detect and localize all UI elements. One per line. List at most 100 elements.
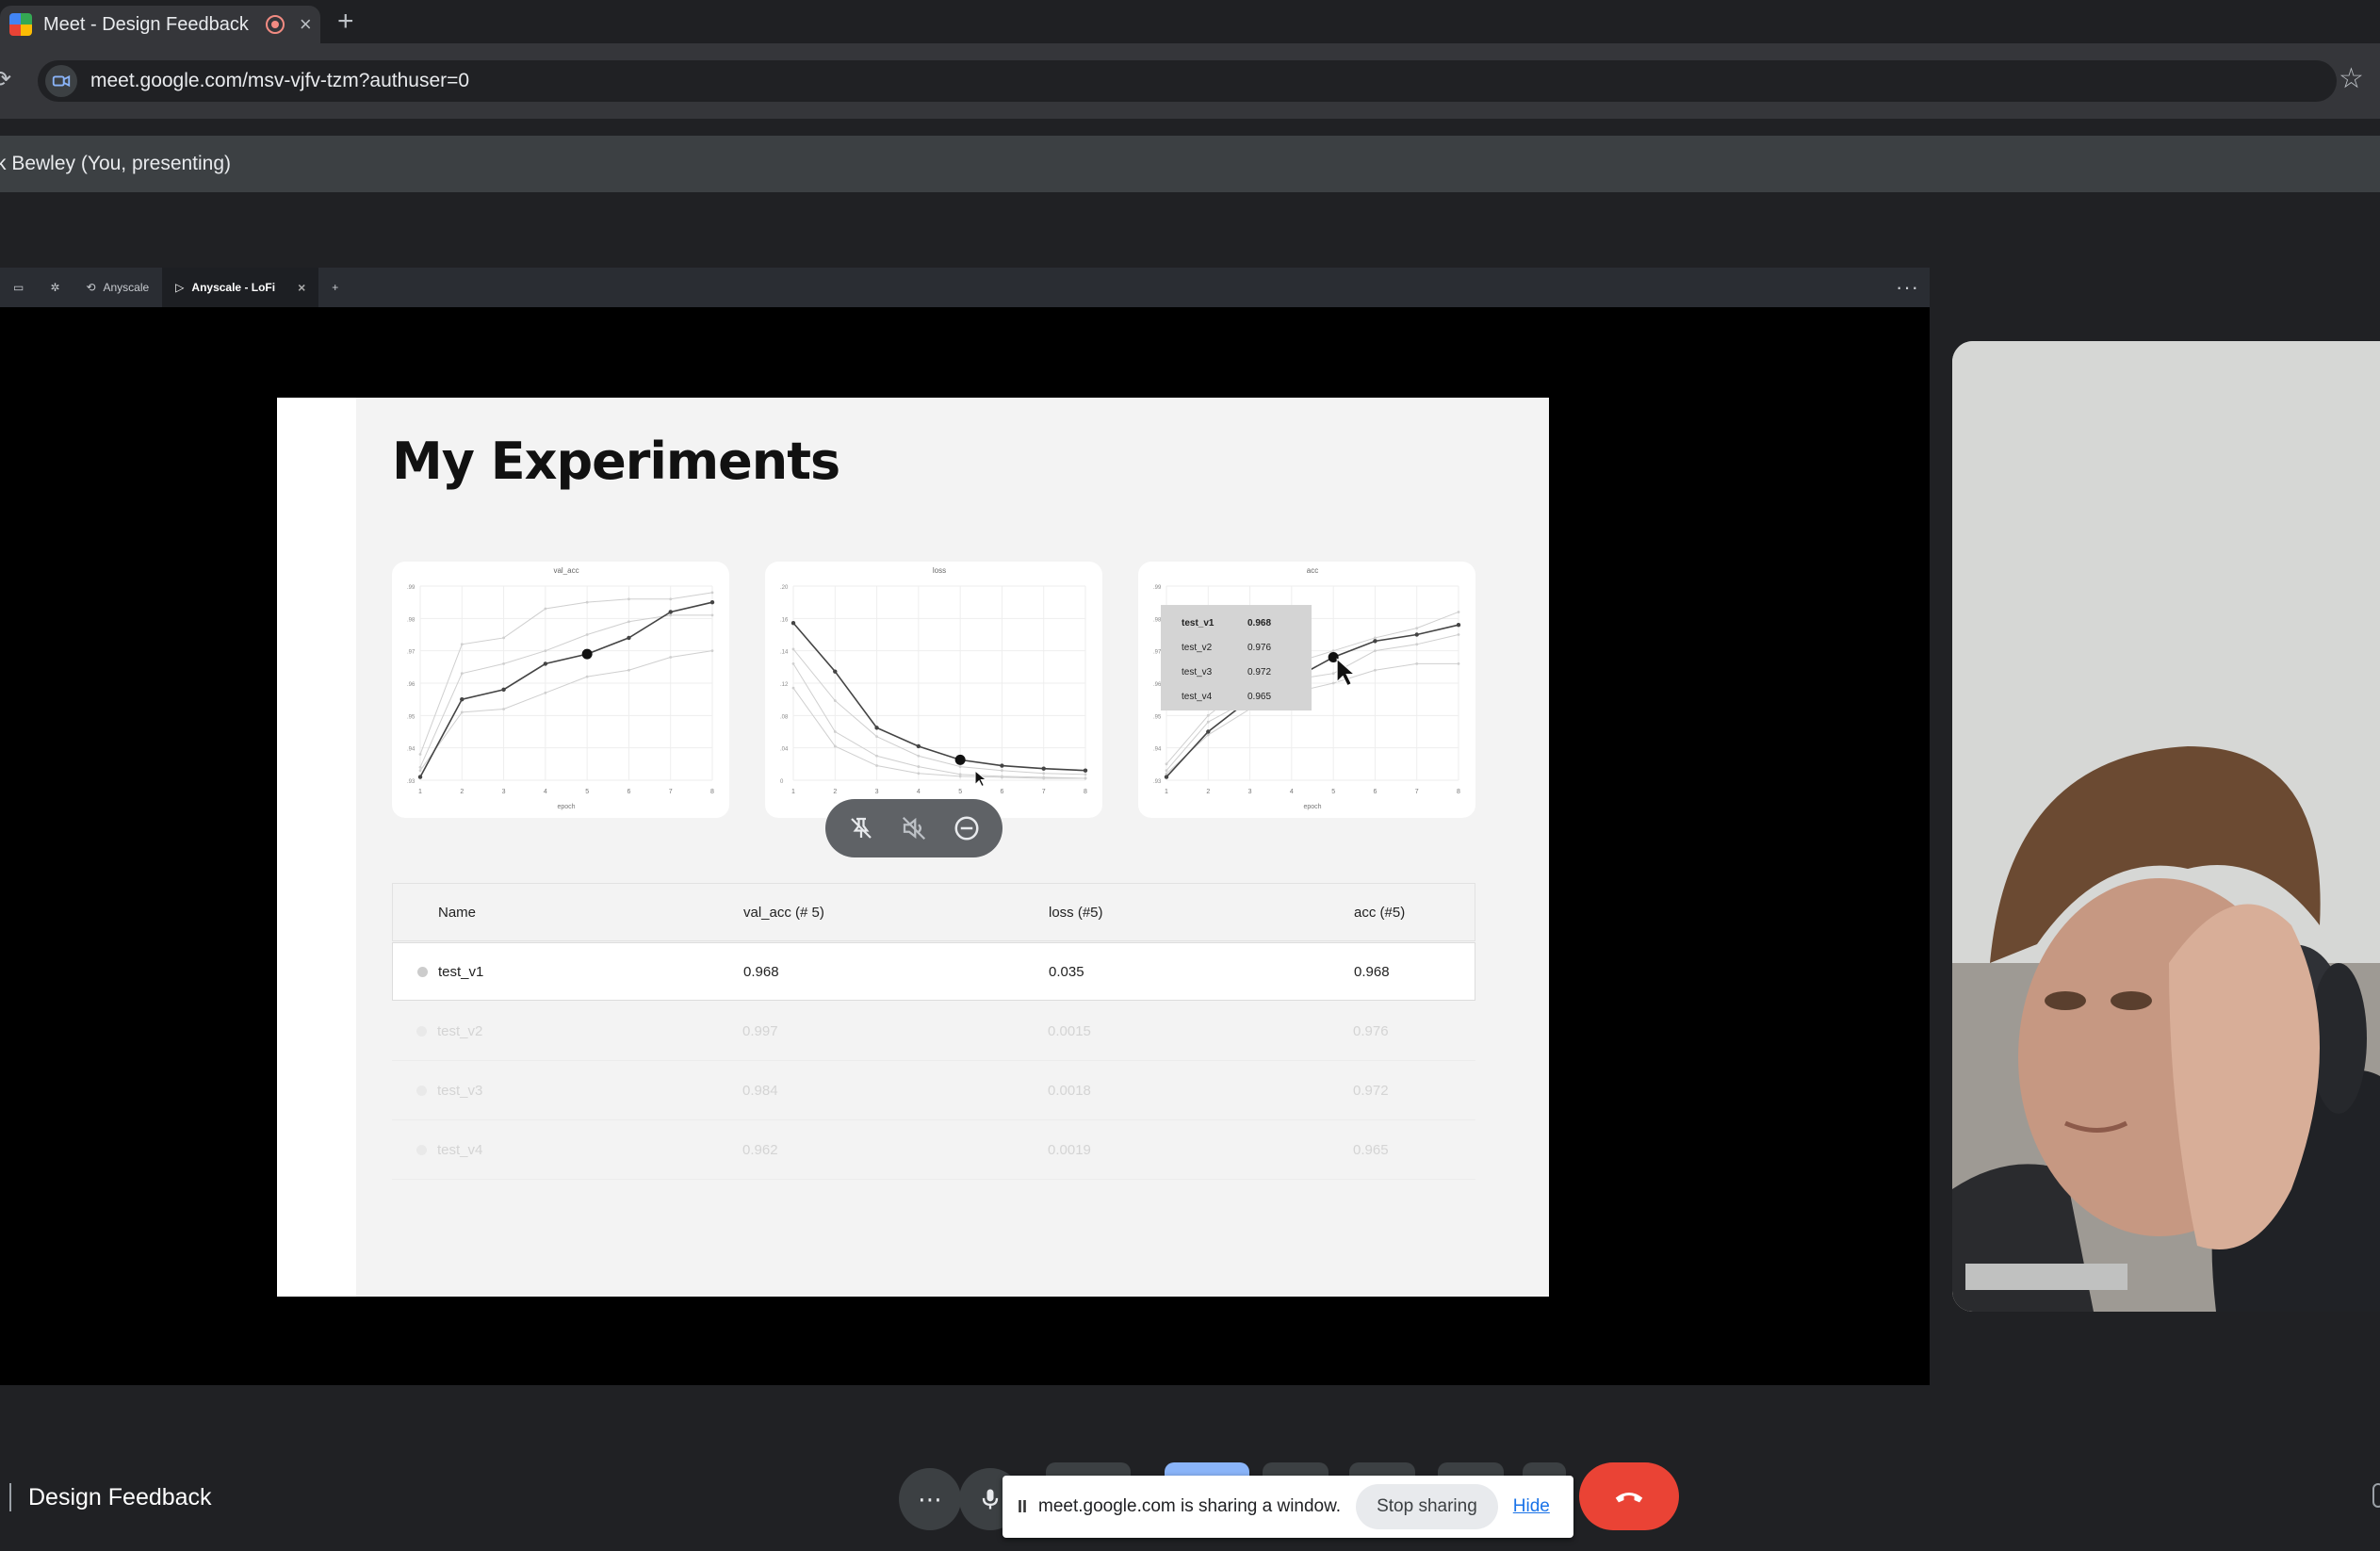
cell-val-acc: 0.997 xyxy=(742,1023,778,1039)
shared-more-icon[interactable]: ··· xyxy=(1896,275,1919,300)
tooltip-value: 0.968 xyxy=(1247,618,1271,629)
y-tick-label: .04 xyxy=(780,747,789,753)
data-point xyxy=(1206,733,1210,737)
mute-icon[interactable] xyxy=(900,814,928,842)
tab-close-icon[interactable]: × xyxy=(300,12,312,37)
unpin-icon[interactable] xyxy=(847,814,875,842)
shared-tab-anyscale-lofi[interactable]: ▷ Anyscale - LoFi × xyxy=(162,268,319,307)
meeting-name-label: Design Feedback xyxy=(28,1483,212,1510)
recording-indicator-icon xyxy=(265,15,285,34)
x-tick-label: 6 xyxy=(1000,789,1003,795)
data-point xyxy=(1206,713,1210,717)
shared-new-tab-button[interactable]: + xyxy=(318,268,351,307)
meet-favicon-icon xyxy=(9,13,32,36)
pause-icon: II xyxy=(1018,1496,1028,1516)
sharing-notification: II meet.google.com is sharing a window. … xyxy=(1003,1476,1573,1538)
y-tick-label: .12 xyxy=(780,682,789,688)
y-tick-label: .14 xyxy=(780,650,789,656)
data-point xyxy=(502,662,505,665)
x-tick-label: 1 xyxy=(418,789,422,795)
data-point xyxy=(585,633,589,636)
shared-tab-close-icon[interactable]: × xyxy=(298,280,305,295)
tooltip-value: 0.972 xyxy=(1247,667,1271,678)
slide-title: My Experiments xyxy=(392,432,840,491)
highlight-point xyxy=(954,754,966,765)
leave-call-button[interactable] xyxy=(1579,1462,1679,1530)
series-line xyxy=(792,622,1086,772)
x-axis-label: epoch xyxy=(1303,804,1321,810)
browser-tab[interactable]: Meet - Design Feedback × xyxy=(0,6,320,43)
x-tick-label: 7 xyxy=(669,789,673,795)
data-point xyxy=(1415,627,1419,630)
shared-sidebar-toggle[interactable]: ▭ xyxy=(0,268,37,307)
data-point xyxy=(791,686,795,690)
y-tick-label: .98 xyxy=(407,617,416,623)
table-row[interactable]: test_v1 0.968 0.035 0.968 xyxy=(392,942,1475,1001)
data-point xyxy=(418,753,422,756)
data-point xyxy=(1457,633,1460,636)
chart-title: acc xyxy=(1307,566,1318,575)
y-tick-label: .94 xyxy=(407,747,416,753)
more-options-button[interactable]: ⋯ xyxy=(899,1468,961,1530)
table-header-row: Name val_acc (# 5) loss (#5) acc (#5) xyxy=(392,883,1475,941)
data-point xyxy=(628,668,630,672)
tooltip-value: 0.976 xyxy=(1247,643,1271,653)
site-info-icon[interactable] xyxy=(45,65,77,97)
table-header-acc[interactable]: acc (#5) xyxy=(1354,905,1405,921)
data-point xyxy=(502,636,505,640)
data-point xyxy=(502,708,505,710)
series-line xyxy=(419,614,712,768)
chat-icon[interactable] xyxy=(2372,1483,2380,1508)
data-point xyxy=(1042,776,1046,779)
shared-tab-anyscale[interactable]: ⟲ Anyscale xyxy=(73,268,162,307)
chart-card-acc: acc 1 2 3 4 5 6 7 8 .93 .94 .95 .96 .97 .98 .99 epoch tes… xyxy=(1138,562,1475,818)
new-tab-button[interactable]: + xyxy=(337,6,354,38)
participant-video-tile[interactable] xyxy=(1952,341,2380,1312)
cell-val-acc: 0.962 xyxy=(742,1142,778,1158)
row-status-dot xyxy=(416,1026,427,1037)
y-tick-label: .93 xyxy=(407,779,416,785)
address-bar[interactable]: meet.google.com/msv-vjfv-tzm?authuser=0 xyxy=(38,60,2337,102)
data-point xyxy=(958,773,962,776)
x-tick-label: 4 xyxy=(544,789,547,795)
table-row[interactable]: test_v4 0.962 0.0019 0.965 xyxy=(392,1121,1475,1180)
cell-loss: 0.0015 xyxy=(1048,1023,1091,1039)
data-point xyxy=(460,672,464,676)
remove-icon[interactable] xyxy=(953,814,981,842)
data-point xyxy=(833,669,838,674)
data-point xyxy=(1001,775,1003,778)
x-tick-label: 2 xyxy=(460,789,464,795)
table-header-name[interactable]: Name xyxy=(438,905,476,921)
participant-video-image xyxy=(1952,341,2380,1312)
table-header-loss[interactable]: loss (#5) xyxy=(1049,905,1103,921)
data-point xyxy=(1042,772,1046,776)
bookmark-star-icon[interactable]: ☆ xyxy=(2339,62,2364,95)
shared-extension-button[interactable]: ✲ xyxy=(37,268,73,307)
y-tick-label: .95 xyxy=(1153,714,1162,720)
x-axis-label: epoch xyxy=(557,804,575,810)
x-tick-label: 2 xyxy=(1206,789,1210,795)
y-tick-label: .99 xyxy=(1153,585,1162,591)
table-header-val-acc[interactable]: val_acc (# 5) xyxy=(743,905,824,921)
data-point xyxy=(1083,768,1088,773)
tooltip-series-name: test_v2 xyxy=(1182,643,1213,653)
reload-icon[interactable]: ⟳ xyxy=(0,66,11,93)
tab-title: Meet - Design Feedback xyxy=(43,13,249,35)
data-point xyxy=(460,696,465,702)
data-point xyxy=(1374,636,1377,640)
data-point xyxy=(585,675,589,678)
y-tick-label: .95 xyxy=(407,714,416,720)
x-tick-label: 1 xyxy=(791,789,795,795)
data-point xyxy=(833,730,837,733)
data-point xyxy=(917,765,921,768)
play-icon: ▷ xyxy=(175,281,185,294)
data-point xyxy=(544,649,547,653)
y-tick-label: .16 xyxy=(780,617,789,623)
table-row[interactable]: test_v3 0.984 0.0018 0.972 xyxy=(392,1062,1475,1120)
data-point xyxy=(460,710,464,714)
hide-link[interactable]: Hide xyxy=(1513,1496,1550,1517)
stop-sharing-button[interactable]: Stop sharing xyxy=(1356,1484,1498,1529)
table-row[interactable]: test_v2 0.997 0.0015 0.976 xyxy=(392,1003,1475,1061)
data-point xyxy=(875,754,878,758)
url-text: meet.google.com/msv-vjfv-tzm?authuser=0 xyxy=(90,70,470,91)
